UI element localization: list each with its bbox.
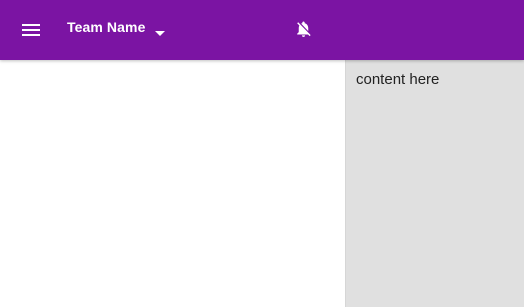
top-toolbar: Team Name (0, 0, 524, 60)
notifications-off-icon (297, 21, 311, 37)
side-panel-content-text: content here (356, 71, 440, 88)
team-selector-dropdown[interactable]: Team Name (67, 17, 166, 37)
menu-button[interactable] (21, 21, 41, 39)
arrow-drop-down-icon (155, 24, 166, 36)
app-root: Team Name content here (0, 0, 524, 307)
notifications-button[interactable] (294, 19, 313, 39)
menu-icon (22, 24, 40, 36)
main-content-area (0, 60, 345, 307)
team-name-label: Team Name (67, 19, 146, 35)
side-panel: content here (345, 60, 524, 307)
